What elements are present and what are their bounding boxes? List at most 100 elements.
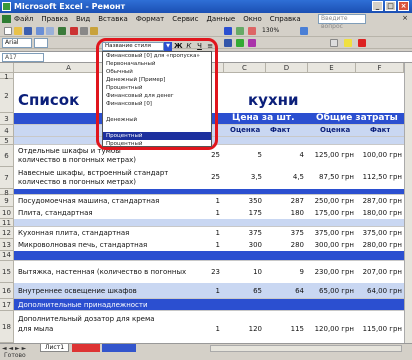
item-qty: 25	[211, 173, 220, 181]
currency-icon[interactable]	[236, 39, 244, 47]
row-header[interactable]: 7	[0, 167, 14, 189]
horizontal-scrollbar[interactable]	[210, 345, 402, 352]
style-dropdown-list[interactable]: Финансовый [0] для «пропуска» Первоначал…	[102, 51, 212, 147]
dropdown-item[interactable]: Обычный	[103, 68, 211, 76]
bold-icon[interactable]: Ж	[174, 42, 183, 50]
window-title: Microsoft Excel - Ремонт	[14, 2, 126, 11]
dropdown-item[interactable]: Денежный	[103, 116, 211, 124]
tab-sheet1[interactable]: Лист1	[40, 344, 70, 352]
save-icon[interactable]	[24, 27, 32, 35]
menu-insert[interactable]: Вставка	[98, 15, 128, 23]
new-icon[interactable]	[4, 27, 12, 35]
window-controls: _ □ ×	[372, 1, 409, 11]
underline-icon[interactable]: Ч	[196, 42, 204, 50]
item-estimate: 65	[253, 287, 262, 295]
workbook-close-icon[interactable]: ×	[402, 14, 408, 22]
zoom-box[interactable]: 130%	[262, 27, 279, 34]
row-header[interactable]: 15	[0, 261, 14, 283]
sort-icon[interactable]	[236, 27, 244, 35]
style-combo-box[interactable]: Название стиля	[102, 42, 164, 51]
row-header[interactable]: 18	[0, 311, 14, 343]
open-icon[interactable]	[14, 27, 22, 35]
column-header-d[interactable]: D	[266, 63, 308, 73]
chart-wizard-icon[interactable]	[248, 27, 256, 35]
print-icon[interactable]	[36, 27, 44, 35]
workbook-icon[interactable]	[2, 15, 11, 23]
percent-icon[interactable]	[248, 39, 256, 47]
select-all-corner[interactable]	[0, 63, 14, 73]
row-header[interactable]: 2	[0, 79, 14, 113]
tab-scroll-arrows[interactable]: ◄ ◄ ► ►	[2, 345, 26, 352]
row-header[interactable]: 5	[0, 137, 14, 145]
item-name: Вытяжка, настенная (количество в погонны…	[18, 268, 188, 276]
row-header[interactable]: 14	[0, 251, 14, 261]
dropdown-item[interactable]: Процентный	[103, 140, 211, 148]
menu-tools[interactable]: Сервис	[172, 15, 198, 23]
row-header[interactable]: 4	[0, 125, 14, 137]
row-header[interactable]: 16	[0, 283, 14, 299]
row-header[interactable]: 17	[0, 299, 14, 311]
column-header-e[interactable]: E	[308, 63, 356, 73]
column-header-f[interactable]: F	[356, 63, 404, 73]
menu-format[interactable]: Формат	[136, 15, 164, 23]
italic-icon[interactable]: К	[185, 42, 193, 50]
style-tools: Ж К Ч ≡	[174, 42, 214, 51]
dropdown-item[interactable]: Финансовый [0] для «пропуска»	[103, 52, 211, 60]
dropdown-item[interactable]: Финансовый [0]	[103, 100, 211, 108]
cut-icon[interactable]	[70, 27, 78, 35]
menu-window[interactable]: Окно	[243, 15, 262, 23]
tab-sheet2[interactable]	[72, 344, 100, 352]
menu-data[interactable]: Данные	[206, 15, 235, 23]
minimize-button[interactable]: _	[372, 1, 383, 11]
menu-view[interactable]: Вид	[76, 15, 90, 23]
name-box[interactable]: A17	[2, 53, 44, 62]
menu-help[interactable]: Справка	[270, 15, 301, 23]
item-name: Дополнительные принадлежности	[18, 301, 148, 309]
paste-icon[interactable]	[90, 27, 98, 35]
align-icon[interactable]: ≡	[206, 42, 214, 50]
font-color-icon[interactable]	[358, 39, 366, 47]
row-header[interactable]: 13	[0, 239, 14, 251]
dropdown-item[interactable]: Процентный	[103, 84, 211, 92]
help-icon[interactable]	[300, 27, 308, 35]
row-header[interactable]: 3	[0, 113, 14, 125]
item-fact: 280	[290, 241, 304, 249]
row-header[interactable]: 9	[0, 195, 14, 207]
sheet-title-right: кухни	[248, 91, 299, 109]
font-size-box[interactable]	[34, 38, 48, 48]
dropdown-item-selected[interactable]: Процентный	[103, 132, 211, 140]
row-header[interactable]: 11	[0, 219, 14, 227]
item-name: Плита, стандартная	[18, 209, 93, 217]
vertical-scrollbar[interactable]	[404, 63, 412, 343]
dropdown-item[interactable]: Финансовый для денег	[103, 92, 211, 100]
row-header[interactable]: 10	[0, 207, 14, 219]
menu-edit[interactable]: Правка	[41, 15, 68, 23]
borders-icon[interactable]	[330, 39, 338, 47]
autosum-icon[interactable]	[224, 27, 232, 35]
dropdown-item[interactable]: Первоначальный	[103, 60, 211, 68]
item-total-fact: 280,00 грн	[362, 241, 402, 249]
maximize-button[interactable]: □	[385, 1, 396, 11]
copy-icon[interactable]	[80, 27, 88, 35]
tab-sheet3[interactable]	[102, 344, 136, 352]
dropdown-item[interactable]	[103, 108, 211, 116]
item-total-fact: 100,00 грн	[362, 151, 402, 159]
spelling-icon[interactable]	[58, 27, 66, 35]
preview-icon[interactable]	[46, 27, 54, 35]
merge-center-icon[interactable]	[224, 39, 232, 47]
column-header-c[interactable]: C	[224, 63, 266, 73]
item-estimate: 300	[248, 241, 262, 249]
help-question-input[interactable]: Введите вопрос	[318, 14, 366, 30]
menu-file[interactable]: Файл	[14, 15, 33, 23]
chevron-down-icon[interactable]: ▼	[164, 42, 172, 51]
item-fact: 180	[290, 209, 304, 217]
font-name-box[interactable]: Arial	[2, 38, 32, 48]
dropdown-item[interactable]: Денежный [Пример]	[103, 76, 211, 84]
row-header[interactable]: 6	[0, 145, 14, 167]
item-name: Кухонная плита, стандартная	[18, 229, 130, 237]
fill-color-icon[interactable]	[344, 39, 352, 47]
dropdown-item[interactable]	[103, 124, 211, 132]
item-name: Микроволновая печь, стандартная	[18, 241, 148, 249]
row-header[interactable]: 12	[0, 227, 14, 239]
close-button[interactable]: ×	[398, 1, 409, 11]
